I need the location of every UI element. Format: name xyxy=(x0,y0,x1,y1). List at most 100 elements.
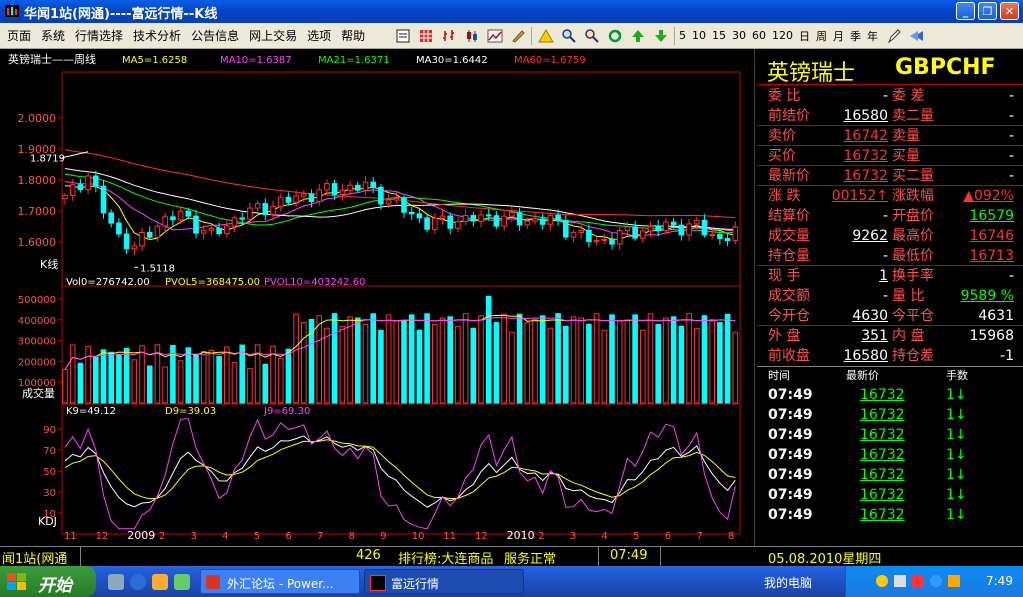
ma-legend-2: MA21=1.6371 xyxy=(318,55,390,66)
volume-bar xyxy=(93,356,99,404)
volume-bar xyxy=(339,325,346,404)
volume-bar xyxy=(609,314,615,404)
ie-icon[interactable] xyxy=(130,574,146,590)
search-icon[interactable] xyxy=(559,26,578,45)
menu-help[interactable]: 帮助 xyxy=(336,27,370,44)
quote-label-right: 最低价 xyxy=(892,248,934,264)
minimize-button[interactable]: _ xyxy=(956,2,975,20)
period-year[interactable]: 年 xyxy=(867,28,878,44)
quicklaunch-icon[interactable] xyxy=(174,574,190,590)
volume-bar xyxy=(146,365,153,404)
menu-tech-analysis[interactable]: 技术分析 xyxy=(128,27,186,44)
volume-bar xyxy=(285,348,292,404)
kline-chart[interactable]: 英镑瑞士——周线 MA5=1.6258 MA10=1.6387 MA21=1.6371… xyxy=(0,49,755,546)
volume-bar xyxy=(401,320,407,404)
service-status: 服务正常 xyxy=(504,552,557,567)
quote-separator xyxy=(757,165,1023,166)
volume-bar xyxy=(570,316,577,404)
candle xyxy=(624,226,631,231)
period-60min[interactable]: 60 xyxy=(752,29,766,42)
quote-value-right: - xyxy=(1008,168,1014,184)
tray-icon-5[interactable] xyxy=(948,575,960,587)
x-label-13: 12 xyxy=(475,531,488,542)
tray-icon-3[interactable] xyxy=(912,575,924,587)
quote-separator xyxy=(757,145,1023,146)
instrument-code: GBPCHF xyxy=(895,55,996,80)
draw-icon[interactable] xyxy=(508,26,527,45)
candle xyxy=(316,189,322,202)
volume-bar xyxy=(439,317,446,404)
period-10min[interactable]: 10 xyxy=(692,29,706,42)
volume-bar xyxy=(694,327,700,404)
taskbar: 开始 外汇论坛 - Power... 富远行情 我的电脑 7:49 xyxy=(0,566,1023,597)
x-label-9: 8 xyxy=(349,531,355,542)
volume-bar xyxy=(563,325,569,404)
show-desktop-icon[interactable] xyxy=(108,574,124,590)
period-15min[interactable]: 15 xyxy=(712,29,726,42)
quote-value-right: - xyxy=(1008,268,1014,284)
volume-bar xyxy=(277,357,284,404)
alert-icon[interactable] xyxy=(536,26,555,45)
tray-icon-4[interactable] xyxy=(930,575,942,587)
volume-bar xyxy=(501,313,507,404)
candle xyxy=(277,196,284,208)
period-month[interactable]: 月 xyxy=(833,28,844,44)
down-icon[interactable] xyxy=(651,26,670,45)
candle xyxy=(85,175,91,191)
start-button[interactable]: 开始 xyxy=(0,566,96,597)
period-week[interactable]: 周 xyxy=(816,28,827,44)
volume-bar xyxy=(185,347,192,404)
trade-price: 16732 xyxy=(860,507,905,523)
quote-value-left: - xyxy=(882,88,888,104)
tray-icon-1[interactable] xyxy=(876,575,888,587)
volume-bar xyxy=(131,359,138,404)
menu-quote-select[interactable]: 行情选择 xyxy=(70,27,128,44)
candle xyxy=(146,232,153,238)
x-label-4: 3 xyxy=(190,531,196,542)
refresh-icon[interactable] xyxy=(605,26,624,45)
quote-label-right: 买二量 xyxy=(892,168,934,184)
trend-icon[interactable] xyxy=(485,26,504,45)
volume-bar xyxy=(424,313,430,404)
volume-bar xyxy=(77,362,84,404)
period-120min[interactable]: 120 xyxy=(772,29,793,42)
candle xyxy=(632,226,638,239)
grid-icon[interactable] xyxy=(416,26,435,45)
menu-options[interactable]: 选项 xyxy=(302,27,336,44)
my-computer-label[interactable]: 我的电脑 xyxy=(764,574,812,591)
menu-page[interactable]: 页面 xyxy=(2,27,36,44)
task-quote-app[interactable]: 富远行情 xyxy=(364,569,524,594)
period-quarter[interactable]: 季 xyxy=(850,28,861,44)
tray-icon-2[interactable] xyxy=(894,575,906,587)
maximize-button[interactable]: ❐ xyxy=(978,2,997,20)
back-icon[interactable] xyxy=(907,26,926,45)
quote-value-right: - xyxy=(1008,88,1014,104)
quote-label-right: 持仓差 xyxy=(892,348,934,364)
volume-bar xyxy=(108,351,115,404)
note-icon[interactable] xyxy=(393,26,412,45)
ranking-label[interactable]: 排行榜:大连商品 xyxy=(398,548,493,567)
period-day[interactable]: 日 xyxy=(799,28,810,44)
task-forum[interactable]: 外汇论坛 - Power... xyxy=(200,569,360,594)
candle xyxy=(177,210,184,221)
close-button[interactable]: ✕ xyxy=(1000,2,1019,20)
menu-system[interactable]: 系统 xyxy=(36,27,70,44)
menu-announcements[interactable]: 公告信息 xyxy=(186,27,244,44)
volume-bar xyxy=(640,329,646,404)
pen-icon[interactable] xyxy=(884,26,903,45)
search2-icon[interactable] xyxy=(582,26,601,45)
quote-value-right: ▲092% xyxy=(963,188,1014,204)
candle-icon[interactable] xyxy=(462,26,481,45)
price-tick-0: 2.0000 xyxy=(18,112,57,125)
bar-icon[interactable] xyxy=(439,26,458,45)
candle xyxy=(254,203,261,209)
volume-bar xyxy=(701,315,708,404)
media-icon[interactable] xyxy=(152,574,168,590)
up-icon[interactable] xyxy=(628,26,647,45)
quote-label-right: 开盘价 xyxy=(892,208,934,224)
period-30min[interactable]: 30 xyxy=(732,29,746,42)
candle xyxy=(193,215,199,234)
volume-bar xyxy=(293,313,299,404)
menu-online-trading[interactable]: 网上交易 xyxy=(244,27,302,44)
period-5min[interactable]: 5 xyxy=(679,29,686,42)
